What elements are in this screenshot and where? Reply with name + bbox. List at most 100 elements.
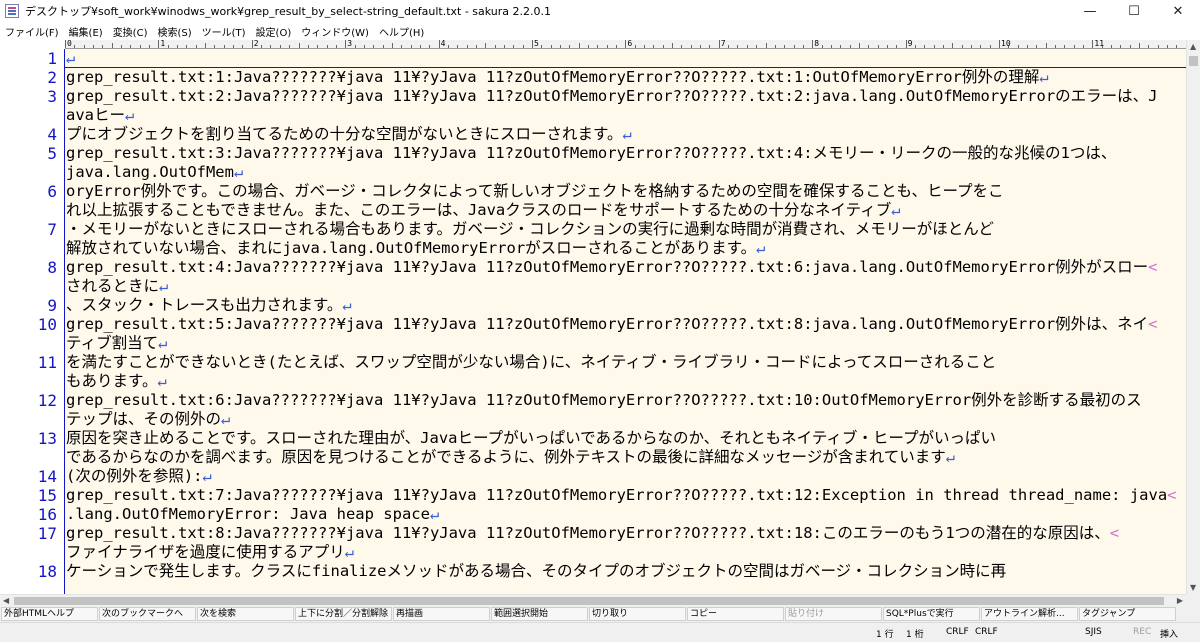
horizontal-scrollbar[interactable]: ◀ ▶: [0, 594, 1186, 606]
text-line[interactable]: grep_result.txt:8:Java???????¥java 11¥?y…: [66, 524, 1119, 543]
ruler-tick: [737, 45, 739, 48]
text-line[interactable]: ファイナライザを過度に使用するアプリ↵: [66, 543, 354, 562]
menu-item[interactable]: ファイル(F): [0, 24, 64, 39]
scroll-right-icon[interactable]: ▶: [1177, 595, 1183, 606]
function-key-button[interactable]: 次のブックマークへ: [99, 607, 196, 621]
function-key-button[interactable]: 上下に分割／分割解除: [295, 607, 392, 621]
function-key-button[interactable]: 切り取り: [589, 607, 686, 621]
text-line[interactable]: もあります。↵: [66, 372, 167, 391]
text-line[interactable]: grep_result.txt:1:Java???????¥java 11¥?y…: [66, 68, 1049, 87]
horizontal-scroll-thumb[interactable]: [14, 597, 1164, 605]
line-text: であるからなのかを調べます。原因を見つけることができるように、例外テキストの最後…: [66, 448, 946, 466]
text-line[interactable]: されるときに↵: [66, 277, 168, 296]
minimize-button[interactable]: —: [1068, 0, 1112, 22]
text-line[interactable]: grep_result.txt:3:Java???????¥java 11¥?y…: [66, 144, 1116, 163]
line-number[interactable]: 6: [7, 182, 57, 201]
text-line[interactable]: ・メモリーがないときにスローされる場合もあります。ガベージ・コレクションの実行に…: [66, 220, 994, 239]
function-key-button[interactable]: タグジャンプ: [1079, 607, 1176, 621]
line-number[interactable]: 10: [7, 315, 57, 334]
text-line[interactable]: grep_result.txt:6:Java???????¥java 11¥?y…: [66, 391, 1142, 410]
menu-item[interactable]: 検索(S): [152, 24, 196, 39]
status-eol-input[interactable]: CRLF: [975, 627, 998, 637]
line-number[interactable]: 2: [7, 68, 57, 87]
ruler-label: 7: [720, 40, 726, 48]
function-key-button[interactable]: SQL*Plusで実行: [883, 607, 980, 621]
line-number[interactable]: 7: [7, 220, 57, 239]
ruler-tick: [121, 45, 123, 48]
scroll-up-icon[interactable]: ▲: [1190, 42, 1196, 51]
line-number[interactable]: 14: [7, 467, 57, 486]
text-line[interactable]: ↵: [66, 49, 75, 68]
line-number[interactable]: 17: [7, 524, 57, 543]
vertical-scroll-thumb[interactable]: [1189, 56, 1198, 66]
line-number[interactable]: 13: [7, 429, 57, 448]
line-number[interactable]: 9: [7, 296, 57, 315]
ruler-tick: [672, 43, 674, 48]
line-number[interactable]: 12: [7, 391, 57, 410]
function-key-button[interactable]: 外部HTMLヘルプ: [1, 607, 98, 621]
text-line[interactable]: であるからなのかを調べます。原因を見つけることができるように、例外テキストの最後…: [66, 448, 955, 467]
line-number[interactable]: 16: [7, 505, 57, 524]
line-number[interactable]: 11: [7, 353, 57, 372]
line-number[interactable]: 15: [7, 486, 57, 505]
text-line[interactable]: 原因を突き止めることです。スローされた理由が、Javaヒープがいっぱいであるから…: [66, 429, 996, 448]
text-line[interactable]: oryError例外です。この場合、ガベージ・コレクタによって新しいオブジェクト…: [66, 182, 1004, 201]
ruler-tick: [1129, 45, 1131, 48]
ruler-tick: [251, 40, 253, 48]
function-key-button[interactable]: 貼り付け: [785, 607, 882, 621]
function-key-button[interactable]: コピー: [687, 607, 784, 621]
text-line[interactable]: (次の例外を参照):↵: [66, 467, 212, 486]
ruler-tick: [438, 40, 440, 48]
text-line[interactable]: java.lang.OutOfMem↵: [66, 163, 243, 182]
vertical-scrollbar[interactable]: ▲ ▼: [1186, 40, 1200, 594]
text-line[interactable]: ケーションで発生します。クラスにfinalizeメソッドがある場合、そのタイプの…: [66, 562, 1006, 581]
ruler-tick: [93, 45, 95, 48]
text-line[interactable]: 解放されていない場合、まれにjava.lang.OutOfMemoryError…: [66, 239, 765, 258]
menu-item[interactable]: ウィンドウ(W): [296, 24, 374, 39]
close-button[interactable]: ✕: [1156, 0, 1200, 22]
function-key-button[interactable]: アウトライン解析...: [981, 607, 1078, 621]
line-number[interactable]: 1: [7, 49, 57, 68]
text-line[interactable]: grep_result.txt:7:Java???????¥java 11¥?y…: [66, 486, 1177, 505]
text-area[interactable]: ↵ grep_result.txt:1:Java???????¥java 11¥?…: [65, 49, 1186, 594]
status-encoding[interactable]: SJIS: [1085, 627, 1102, 637]
ruler-tick: [681, 45, 683, 48]
text-line[interactable]: プにオブジェクトを割り当てるための十分な空間がないときにスローされます。↵: [66, 125, 632, 144]
function-key-button[interactable]: 範囲選択開始: [491, 607, 588, 621]
menu-item[interactable]: 編集(E): [64, 24, 108, 39]
eol-mark-icon: ↵: [891, 201, 901, 219]
line-number[interactable]: 3: [7, 87, 57, 106]
text-line[interactable]: .lang.OutOfMemoryError: Java heap space↵: [66, 505, 439, 524]
text-line[interactable]: テップは、その例外の↵: [66, 410, 230, 429]
maximize-button[interactable]: ☐: [1112, 0, 1156, 22]
menu-item[interactable]: ヘルプ(H): [374, 24, 429, 39]
scroll-left-icon[interactable]: ◀: [3, 595, 9, 606]
status-insert-mode[interactable]: 挿入: [1160, 627, 1178, 640]
text-line[interactable]: を満たすことができないとき(たとえば、スワップ空間が少ない場合)に、ネイティブ・…: [66, 353, 996, 372]
text-line[interactable]: ティブ割当て↵: [66, 334, 167, 353]
ruler-label: 3: [347, 40, 353, 48]
status-eol-code[interactable]: CRLF: [946, 627, 969, 637]
text-line[interactable]: avaヒー↵: [66, 106, 134, 125]
text-line[interactable]: れ以上拡張することもできません。また、このエラーは、Javaクラスのロードをサポ…: [66, 201, 901, 220]
function-key-button[interactable]: 次を検索: [197, 607, 294, 621]
text-line[interactable]: grep_result.txt:4:Java???????¥java 11¥?y…: [66, 258, 1158, 277]
ruler-tick: [447, 45, 449, 48]
menu-item[interactable]: 設定(O): [251, 24, 297, 39]
text-line[interactable]: grep_result.txt:2:Java???????¥java 11¥?y…: [66, 87, 1158, 106]
menu-item[interactable]: ツール(T): [197, 24, 251, 39]
text-line[interactable]: 、スタック・トレースも出力されます。↵: [66, 296, 352, 315]
editor-area[interactable]: 1 2 3 4 5 6 7 8 9 10 11 12 13 14 15 16 17 18 ↵ grep_result…: [0, 49, 1186, 594]
line-number[interactable]: 4: [7, 125, 57, 144]
line-number[interactable]: 5: [7, 144, 57, 163]
function-key-button[interactable]: 再描画: [393, 607, 490, 621]
ruler-tick: [279, 45, 281, 48]
ruler[interactable]: 0 1 2 3 4 5 6 7 8 9 10 11: [65, 40, 1186, 49]
ruler-tick: [662, 45, 664, 48]
ruler-tick: [1017, 45, 1019, 48]
scroll-down-icon[interactable]: ▼: [1190, 583, 1196, 592]
line-number[interactable]: 8: [7, 258, 57, 277]
line-number[interactable]: 18: [7, 562, 57, 581]
menu-item[interactable]: 変換(C): [108, 24, 153, 39]
text-line[interactable]: grep_result.txt:5:Java???????¥java 11¥?y…: [66, 315, 1158, 334]
